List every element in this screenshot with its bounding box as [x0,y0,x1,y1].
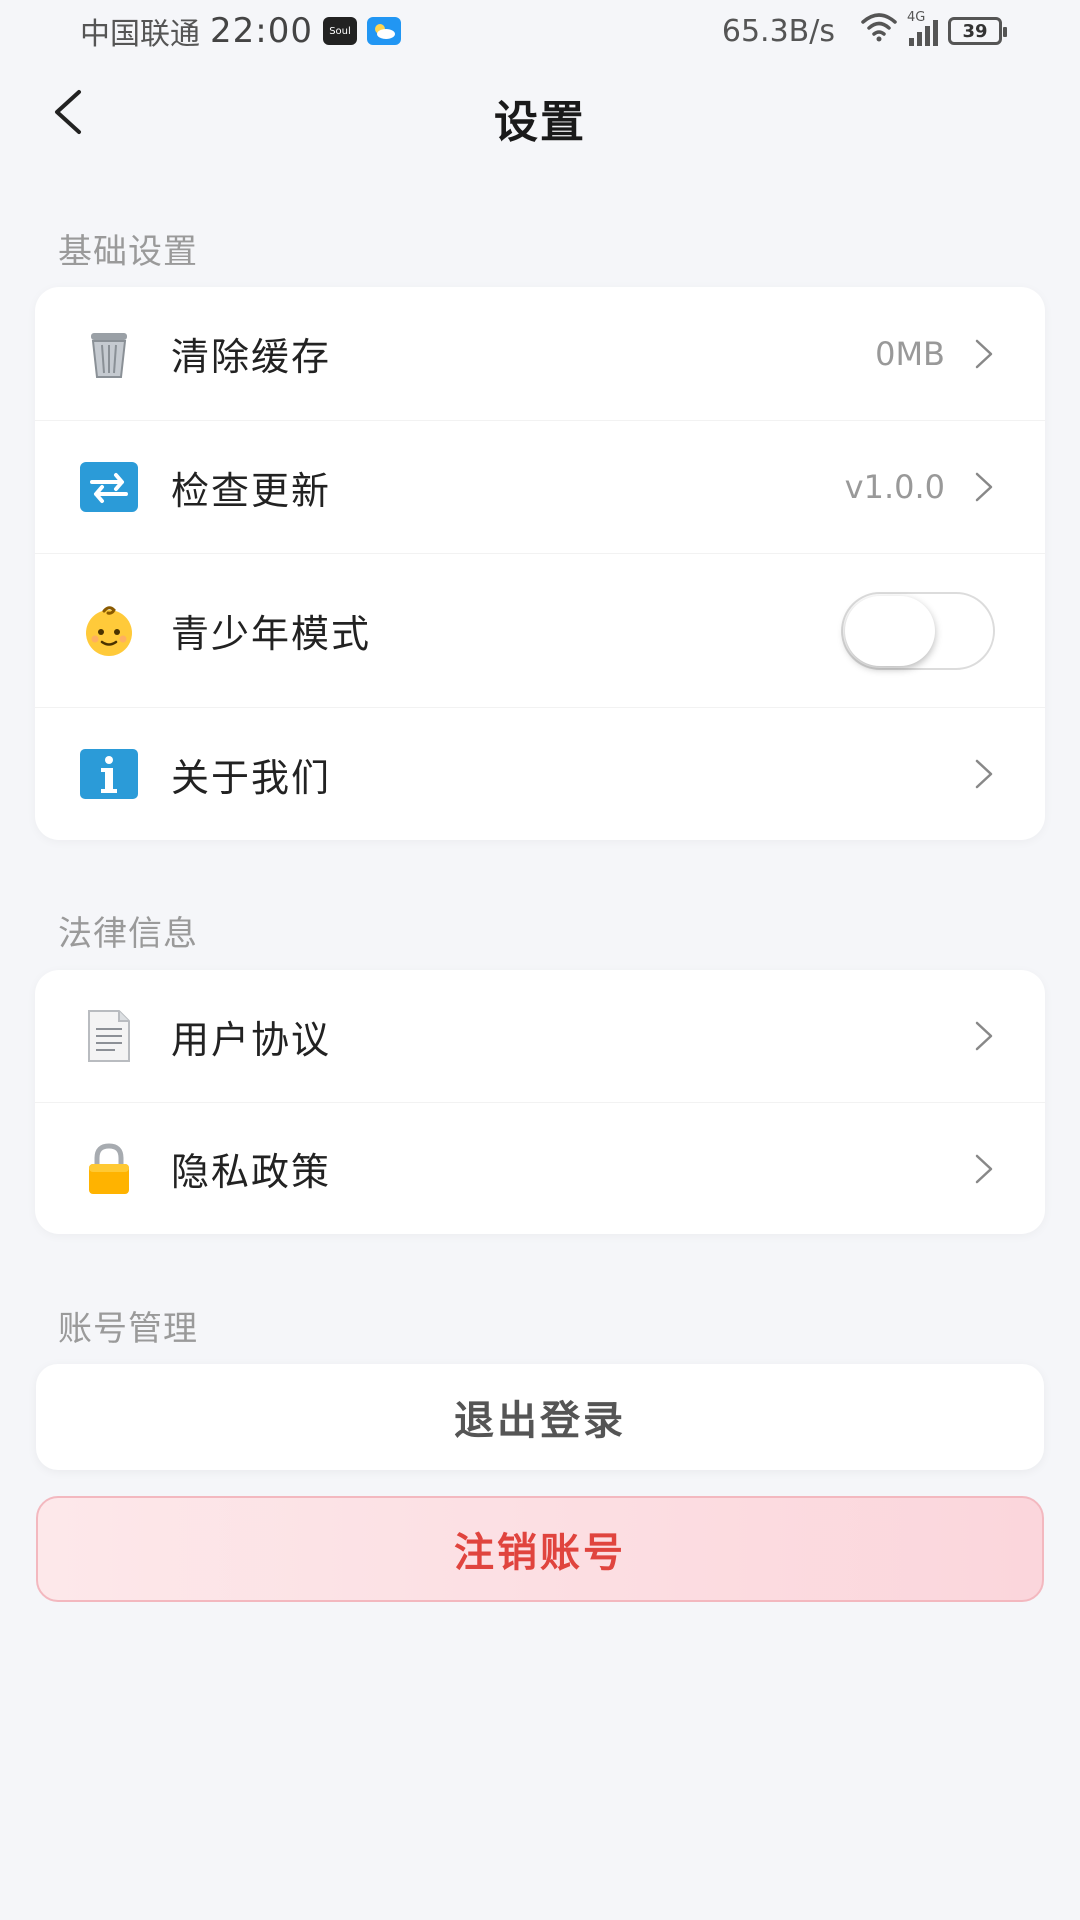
network-speed: 65.3B/s [721,13,835,49]
info-icon [79,744,139,804]
wifi-icon [859,12,899,50]
user-agreement-row[interactable]: 用户协议 [35,970,1045,1102]
privacy-policy-row[interactable]: 隐私政策 [35,1102,1045,1234]
youth-mode-row: 青少年模式 [35,553,1045,707]
logout-button[interactable]: 退出登录 [36,1364,1044,1470]
baby-face-icon [79,601,139,661]
cache-size-value: 0MB [875,334,945,373]
clock-time: 22:00 [210,11,313,51]
check-update-label: 检查更新 [171,468,332,513]
chevron-right-icon [973,1151,995,1187]
settings-page: 中国联通 22:00 Soul 65.3B/s 4G 39 设置 基础设置 清除… [0,0,1080,1920]
page-title: 设置 [494,97,586,148]
status-bar-left: 中国联通 22:00 Soul [80,9,401,53]
delete-account-button[interactable]: 注销账号 [36,1496,1044,1602]
soul-app-icon: Soul [322,17,357,45]
about-us-label: 关于我们 [171,755,332,800]
section-title-account: 账号管理 [58,1309,198,1349]
about-us-row[interactable]: 关于我们 [35,707,1045,840]
weather-app-icon [366,17,401,45]
battery-level: 39 [962,20,988,42]
basic-settings-card: 清除缓存 0MB 检查更新 v1.0.0 青少年模式 关于我们 [35,287,1045,840]
lock-icon [79,1139,139,1199]
network-type-label: 4G [907,10,926,25]
section-title-basic: 基础设置 [58,232,198,272]
trash-can-icon [79,324,139,384]
carrier-name: 中国联通 [80,17,200,52]
youth-mode-toggle[interactable] [841,591,995,670]
status-bar-right: 65.3B/s 4G 39 [721,10,1007,50]
refresh-icon [79,457,139,517]
privacy-policy-label: 隐私政策 [171,1150,332,1194]
chevron-right-icon [973,469,995,505]
chevron-right-icon [973,756,995,792]
document-icon [79,1006,139,1066]
legal-info-card: 用户协议 隐私政策 [35,970,1045,1234]
header-bar: 设置 [0,62,1080,166]
user-agreement-label: 用户协议 [171,1017,332,1062]
status-bar: 中国联通 22:00 Soul 65.3B/s 4G 39 [0,0,1080,62]
clear-cache-label: 清除缓存 [171,335,332,379]
chevron-right-icon [973,336,995,372]
battery-icon: 39 [948,17,1007,45]
clear-cache-row[interactable]: 清除缓存 0MB [35,287,1045,420]
chevron-right-icon [973,1018,995,1054]
version-value: v1.0.0 [844,468,945,506]
toggle-knob [845,595,935,666]
cellular-signal-icon: 4G [907,10,938,46]
check-update-row[interactable]: 检查更新 v1.0.0 [35,420,1045,553]
section-title-legal: 法律信息 [58,914,198,954]
youth-mode-label: 青少年模式 [171,612,372,656]
